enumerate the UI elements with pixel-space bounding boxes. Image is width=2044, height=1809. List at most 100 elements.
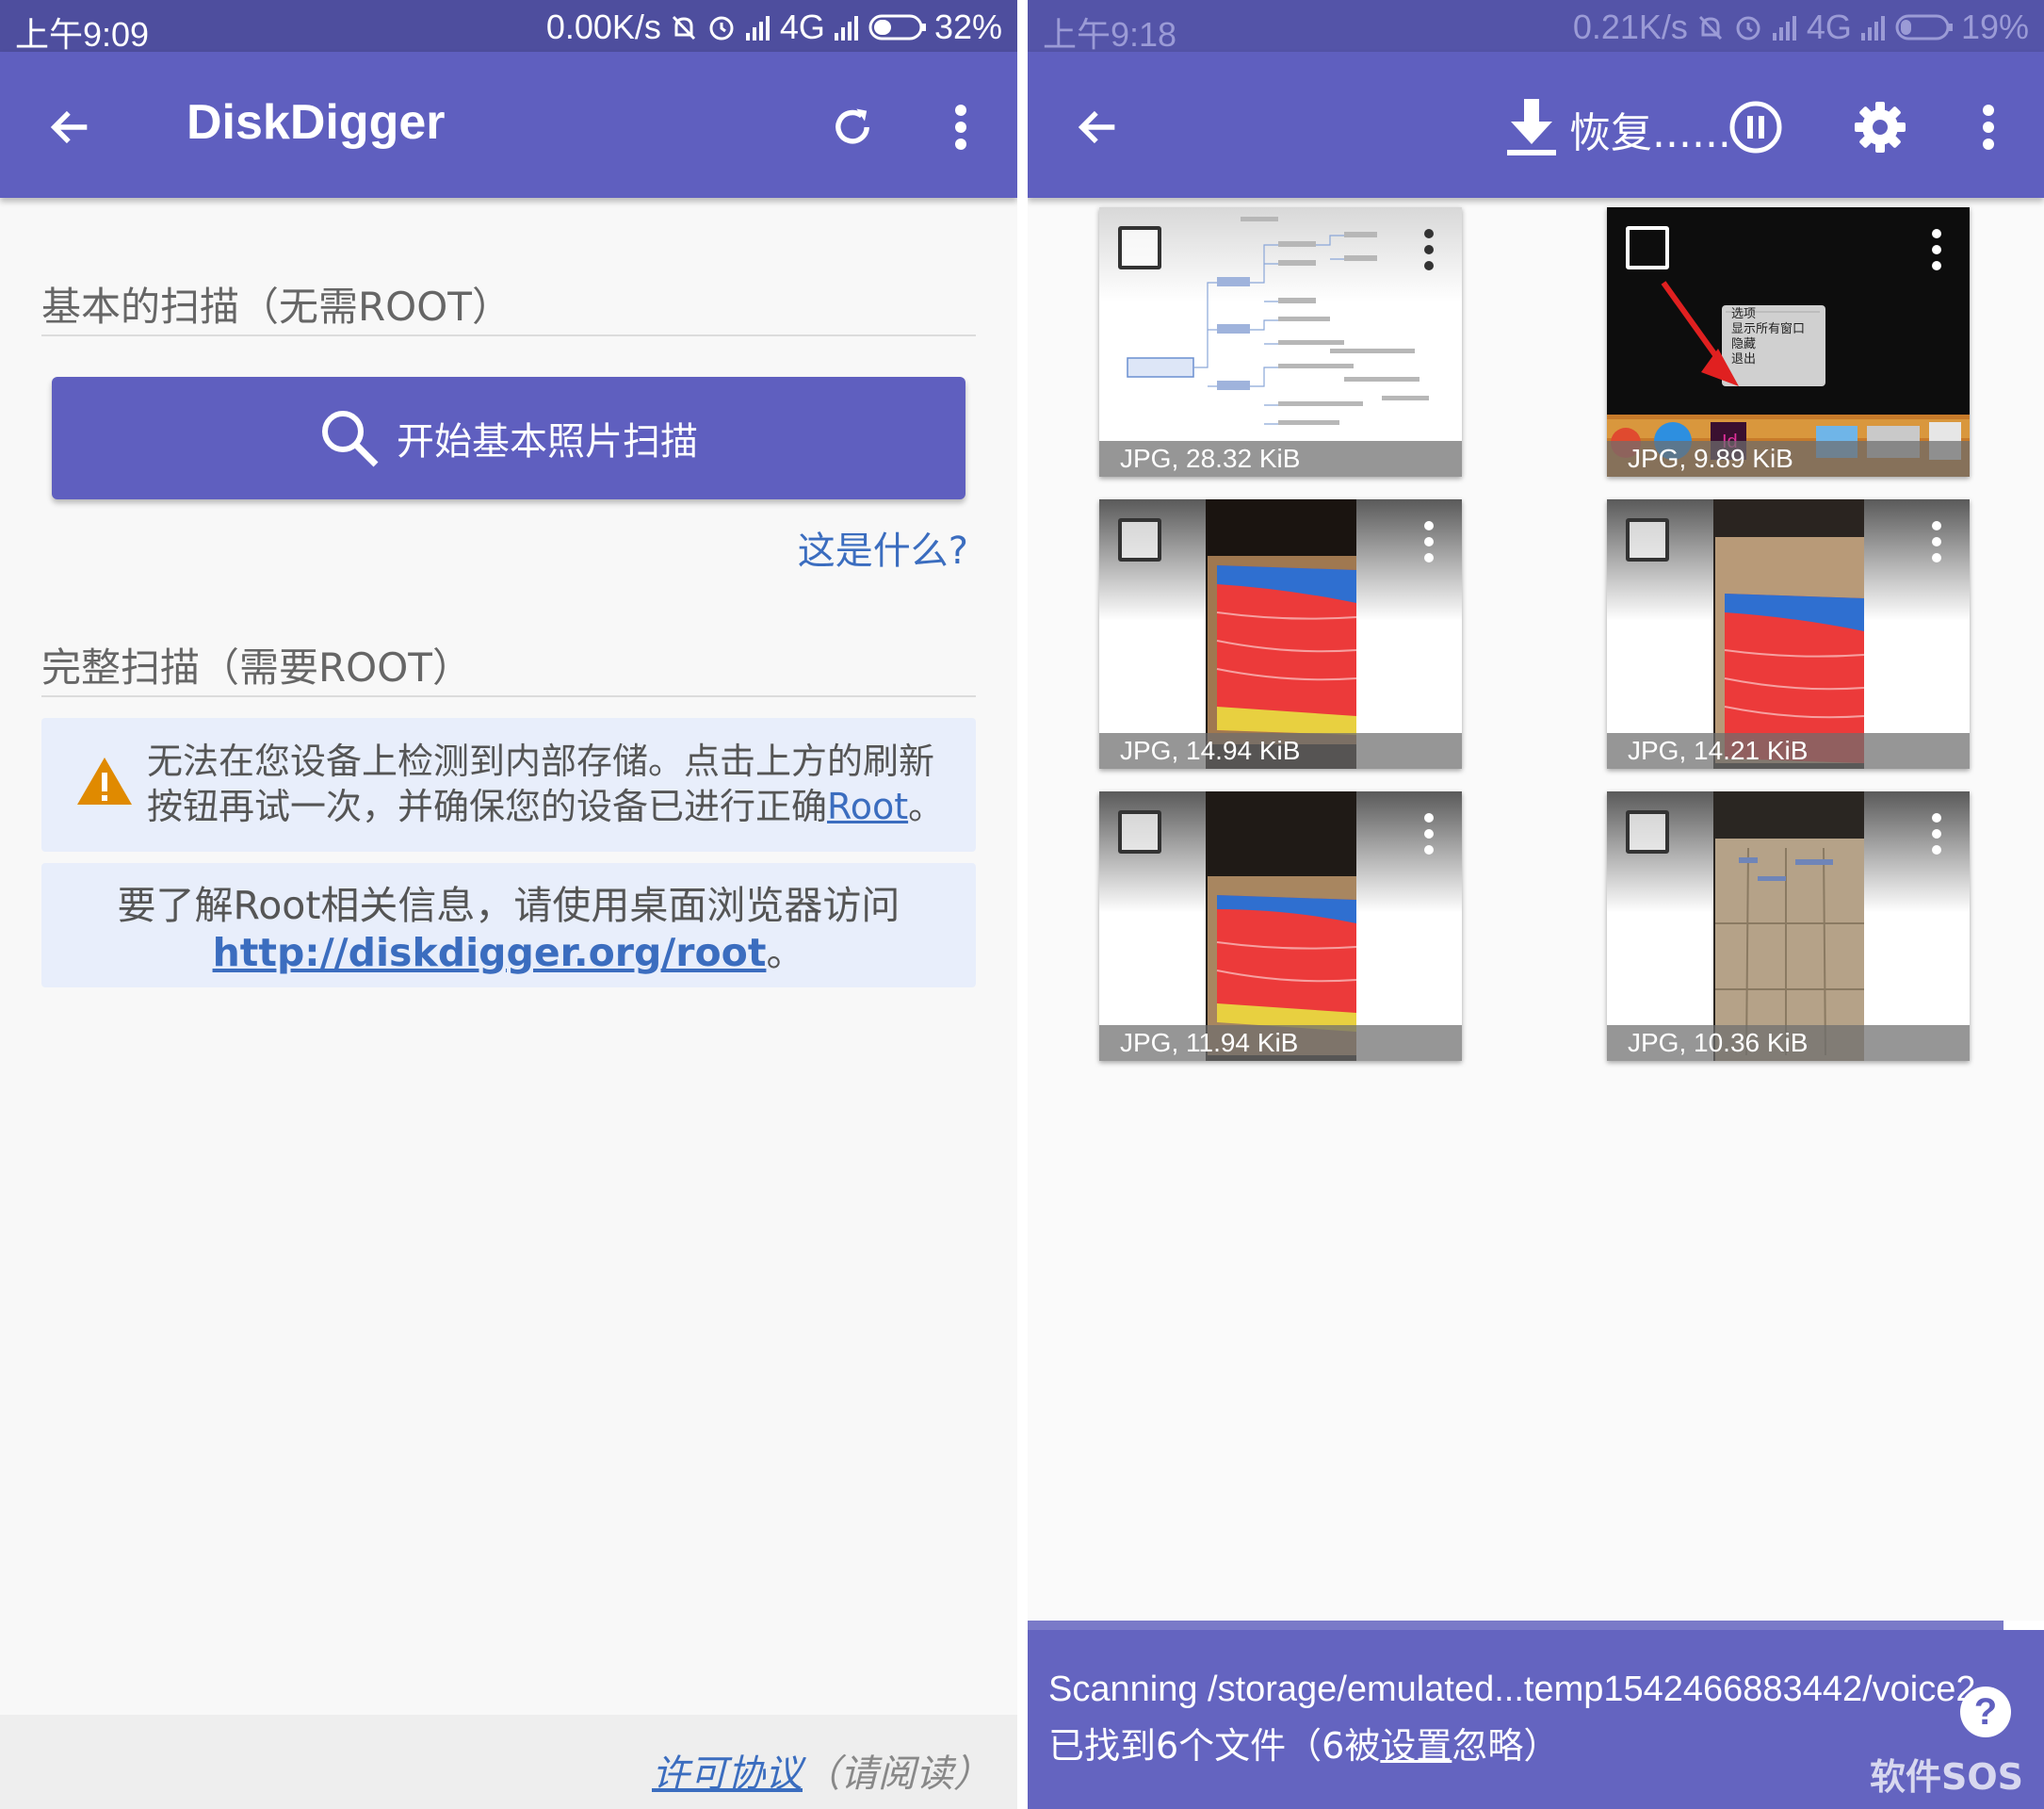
signal-icon [744,14,772,41]
back-button[interactable] [1065,94,1131,160]
scan-path-text: Scanning /storage/emulated...temp1542466… [1048,1670,1976,1709]
watermark: 软件SOS [1869,1756,2023,1798]
battery-icon [1895,13,1954,41]
divider [41,334,976,336]
pause-scan-button[interactable] [1723,94,1789,160]
battery-icon [868,13,927,41]
more-vertical-icon[interactable] [1424,228,1434,271]
battery-level: 32% [933,8,1002,46]
found-files-text: 已找到6个文件（6被设置忽略） [1048,1717,1559,1768]
scan-progress-fill [2003,1621,2044,1630]
status-right: 0.00K/s 4G 32% [546,8,1002,47]
warning-icon [75,756,134,810]
warning-text: 无法在您设备上检测到内部存储。点击上方的刷新按钮再试一次，并确保您的设备已进行正… [147,741,935,827]
more-vertical-icon[interactable] [1424,520,1434,563]
start-basic-scan-button[interactable]: 开始基本照片扫描 [52,377,965,499]
status-time: 上午9:09 [15,15,150,54]
left-screen: 上午9:09 0.00K/s 4G 32% DiskDigger 基本的扫描（无… [0,0,1017,1809]
arrow-left-icon [1078,110,1115,144]
warning-message: 无法在您设备上检测到内部存储。点击上方的刷新按钮再试一次，并确保您的设备已进行正… [147,739,966,829]
network-speed: 0.00K/s [545,8,661,46]
thumbnail-card[interactable]: JPG, 14.94 KiB [1099,499,1462,769]
select-checkbox[interactable] [1626,810,1669,854]
select-checkbox[interactable] [1626,518,1669,562]
network-type: 4G [779,8,825,46]
divider [41,695,976,697]
overflow-menu-button[interactable] [1955,94,2021,160]
mute-icon [1695,12,1726,42]
select-checkbox[interactable] [1118,226,1161,269]
status-bar: 上午9:18 0.21K/s 4G 19% [1028,0,2044,54]
info-end: 。 [766,930,805,975]
overflow-menu-button[interactable] [928,94,994,160]
thumbnail-card[interactable]: JPG, 11.94 KiB [1099,791,1462,1061]
network-speed: 0.21K/s [1572,8,1688,46]
thumbnail-caption: JPG, 28.32 KiB [1099,441,1462,477]
right-screen: 上午9:18 0.21K/s 4G 19% 恢复...... JPG, 28.3… [1028,0,2044,1809]
found-end: 忽略） [1452,1725,1560,1767]
root-warning-notice: 无法在您设备上检测到内部存储。点击上方的刷新按钮再试一次，并确保您的设备已进行正… [41,718,976,852]
full-scan-header: 完整扫描（需要ROOT） [41,644,472,691]
select-checkbox[interactable] [1626,226,1669,269]
help-button[interactable]: ? [1960,1687,2011,1737]
select-checkbox[interactable] [1118,518,1161,562]
search-icon [322,411,379,467]
alarm-icon [706,12,737,42]
refresh-icon [835,108,869,144]
app-bar: 恢复...... [1028,52,2044,198]
status-bar: 上午9:09 0.00K/s 4G 32% [0,0,1017,54]
more-vertical-icon[interactable] [1932,520,1941,563]
screen-gap [1017,0,1028,1809]
license-text: 许可协议（请阅读） [652,1743,991,1798]
app-bar: DiskDigger [0,52,1017,198]
mute-icon [669,12,699,42]
thumbnail-card[interactable]: Id 选项 显示所有窗口 隐藏 退出 JPG, 9.89 KiB [1607,207,1970,477]
context-menu-item-show-all: 显示所有窗口 [1731,322,1806,336]
select-checkbox[interactable] [1118,810,1161,854]
battery-level: 19% [1960,8,2029,46]
info-text: 要了解Root相关信息，请使用桌面浏览器访问 [117,883,900,928]
scan-status-panel: Scanning /storage/emulated...temp1542466… [1028,1630,2044,1809]
more-vertical-icon[interactable] [1932,812,1941,856]
app-title: DiskDigger [187,95,446,150]
more-vertical-icon [1983,105,1994,150]
signal-icon-2 [833,14,861,41]
network-type: 4G [1806,8,1852,46]
context-menu-item-hide: 隐藏 [1731,337,1757,351]
context-menu: 选项 显示所有窗口 隐藏 退出 [1731,307,1825,367]
thumbnail-caption: JPG, 10.36 KiB [1607,1025,1970,1061]
thumbnail-card[interactable]: JPG, 28.32 KiB [1099,207,1462,477]
thumbnail-card[interactable]: JPG, 10.36 KiB [1607,791,1970,1061]
download-icon [1507,99,1556,155]
scan-progress-bar [1028,1621,2044,1630]
context-menu-item-options: 选项 [1731,307,1757,321]
back-button[interactable] [38,94,104,160]
recover-button[interactable] [1499,90,1565,165]
root-link[interactable]: Root [827,786,908,827]
what-is-this-link[interactable]: 这是什么? [798,520,968,575]
thumbnail-card[interactable]: JPG, 14.21 KiB [1607,499,1970,769]
thumbnail-caption: JPG, 14.21 KiB [1607,733,1970,769]
info-message: 要了解Root相关信息，请使用桌面浏览器访问 http://diskdigger.… [41,882,976,976]
alarm-icon [1733,12,1763,42]
more-vertical-icon[interactable] [1424,812,1434,856]
thumbnail-caption: JPG, 14.94 KiB [1099,733,1462,769]
status-time: 上午9:18 [1043,15,1177,54]
license-note: （请阅读） [803,1752,991,1796]
more-vertical-icon[interactable] [1932,228,1941,271]
warning-end: 。 [908,786,945,827]
more-vertical-icon [955,105,966,150]
settings-link[interactable]: 设置 [1380,1725,1452,1767]
diskdigger-root-link[interactable]: http://diskdigger.org/root [213,930,767,975]
license-link[interactable]: 许可协议 [652,1752,803,1796]
root-info-notice: 要了解Root相关信息，请使用桌面浏览器访问 http://diskdigger.… [41,863,976,987]
basic-scan-header: 基本的扫描（无需ROOT） [41,284,511,330]
gear-icon [1855,102,1906,153]
signal-icon [1771,14,1799,41]
recover-label[interactable]: 恢复...... [1569,99,1731,159]
thumbnail-caption: JPG, 11.94 KiB [1099,1025,1462,1061]
context-menu-item-quit: 退出 [1731,352,1757,367]
settings-button[interactable] [1847,94,1913,160]
found-text: 已找到6个文件（6被 [1048,1725,1381,1767]
refresh-button[interactable] [819,94,885,160]
